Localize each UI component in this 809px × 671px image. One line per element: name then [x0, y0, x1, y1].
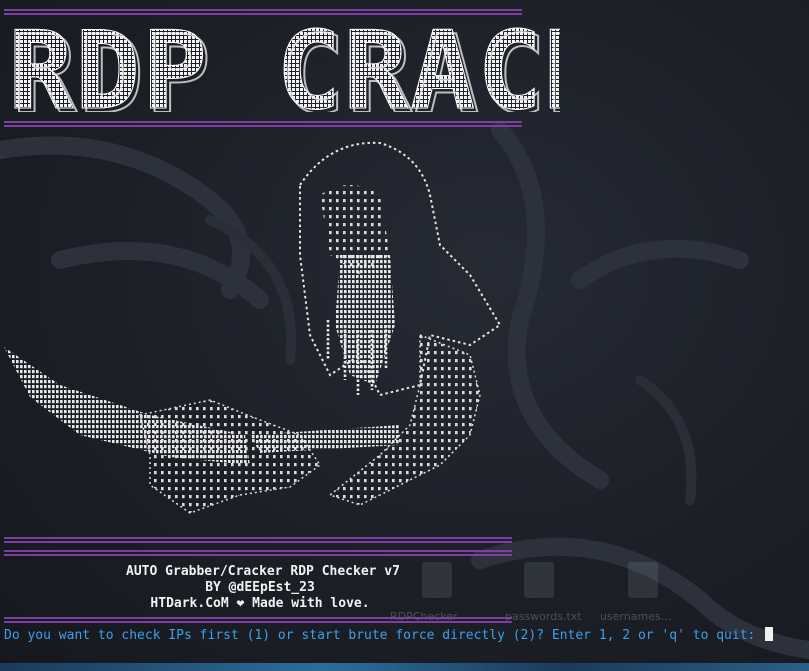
credits-divider	[4, 537, 512, 543]
top-divider	[4, 9, 522, 15]
banner-title: RDP CRACK	[8, 16, 560, 112]
prompt-text: Do you want to check IPs first (1) or st…	[4, 628, 764, 643]
banner-divider	[4, 121, 522, 127]
text-file-icon	[524, 562, 554, 598]
banner: RDP CRACK RDP CRACK	[8, 16, 561, 112]
terminal-window[interactable]: RDPChecker passwords.txt usernames... RD…	[0, 0, 809, 671]
taskbar	[0, 663, 809, 671]
text-file-icon	[628, 562, 658, 598]
terminal-prompt[interactable]: Do you want to check IPs first (1) or st…	[4, 627, 774, 644]
prompt-divider	[4, 617, 512, 623]
credits-site: HTDark.CoM ❤ Made with love.	[150, 596, 370, 611]
desktop-icon-label: usernames...	[600, 610, 672, 623]
credits-divider	[4, 550, 512, 556]
credits-line: AUTO Grabber/Cracker RDP Checker v7	[126, 564, 400, 579]
hacker-ascii-art-icon	[4, 141, 502, 514]
text-cursor[interactable]	[765, 627, 774, 641]
credits-author: BY @dEEpEst_23	[205, 580, 315, 595]
